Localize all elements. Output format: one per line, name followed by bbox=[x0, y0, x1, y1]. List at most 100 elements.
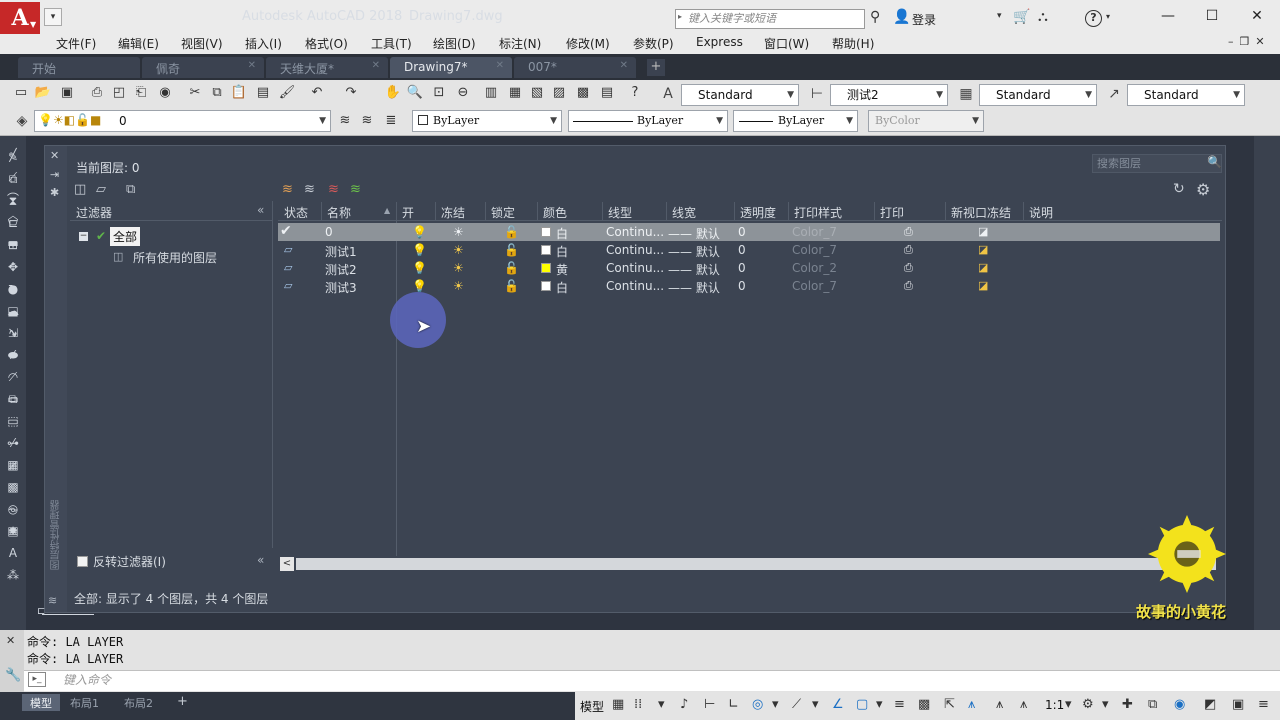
color-swatch[interactable] bbox=[541, 281, 551, 291]
new-icon[interactable]: ▭ bbox=[12, 84, 30, 102]
sun-thawed-icon[interactable]: ☀ bbox=[453, 225, 464, 239]
a360-share-icon[interactable]: ◉ bbox=[156, 84, 174, 102]
color-swatch[interactable] bbox=[541, 245, 551, 255]
column-color[interactable]: 颜色 bbox=[543, 204, 567, 221]
scale-caret-icon[interactable]: ▾ bbox=[1065, 697, 1072, 712]
palette-close-icon[interactable]: ✕ bbox=[50, 149, 59, 162]
ortho-icon[interactable]: ∟ bbox=[728, 697, 739, 712]
units-icon[interactable]: ⧉ bbox=[1148, 697, 1157, 712]
help-caret-icon[interactable]: ▾ bbox=[1106, 12, 1110, 21]
menu-parametric[interactable]: 参数(P) bbox=[633, 35, 674, 52]
command-placeholder[interactable]: 键入命令 bbox=[63, 671, 111, 688]
column-vp-freeze[interactable]: 新视口冻结 bbox=[951, 204, 1011, 221]
zoom-realtime-icon[interactable]: 🔍 bbox=[406, 84, 424, 102]
new-layer-vp-frozen-icon[interactable]: ≋ bbox=[304, 182, 315, 197]
tab-peiqi[interactable]: 佩奇 ✕ bbox=[142, 57, 264, 78]
column-lock[interactable]: 锁定 bbox=[491, 204, 515, 221]
copy-object-icon[interactable]: ⧉ bbox=[4, 170, 22, 188]
join-icon[interactable]: ⊶ bbox=[4, 434, 22, 452]
rotate-icon[interactable]: ↻ bbox=[4, 280, 22, 298]
help-toolbar-icon[interactable]: ? bbox=[626, 84, 644, 102]
isodraft-icon[interactable]: ⟋ bbox=[792, 697, 801, 712]
tab-007[interactable]: 007* ✕ bbox=[514, 57, 636, 78]
transparency-value[interactable]: 0 bbox=[738, 243, 746, 257]
unlocked-icon[interactable]: 🔓 bbox=[504, 261, 519, 275]
layer-name[interactable]: 0 bbox=[325, 225, 333, 239]
publish-icon[interactable]: ⎗ bbox=[132, 84, 150, 102]
isolate-objects-icon[interactable]: ◩ bbox=[1204, 697, 1216, 712]
trim-icon[interactable]: ⁄ bbox=[4, 346, 22, 364]
save-icon[interactable]: ▣ bbox=[58, 84, 76, 102]
linetype-value[interactable]: Continu... bbox=[606, 261, 664, 275]
menu-file[interactable]: 文件(F) bbox=[56, 35, 96, 52]
layer-status-icon[interactable]: ▱ bbox=[284, 279, 292, 292]
tab-close-icon[interactable]: ✕ bbox=[372, 60, 380, 71]
tab-close-icon[interactable]: ✕ bbox=[248, 60, 256, 71]
color-swatch[interactable] bbox=[541, 227, 551, 237]
menu-edit[interactable]: 编辑(E) bbox=[118, 35, 159, 52]
command-close-icon[interactable]: ✕ bbox=[6, 634, 15, 647]
quick-properties-icon[interactable]: ◉ bbox=[1174, 697, 1185, 712]
zoom-window-icon[interactable]: ⊡ bbox=[430, 84, 448, 102]
layout-tab-1[interactable]: 布局1 bbox=[62, 694, 107, 711]
collapse-filters-icon[interactable]: « bbox=[257, 203, 264, 217]
annotation-scale-icon[interactable]: ⩚ bbox=[1020, 697, 1027, 712]
menu-window[interactable]: 窗口(W) bbox=[764, 35, 809, 52]
tab-start[interactable]: 开始 bbox=[18, 57, 140, 78]
redo-icon[interactable]: ↷ bbox=[342, 84, 360, 102]
printer-icon[interactable]: ⎙ bbox=[904, 243, 913, 257]
layer-search-input[interactable]: 搜索图层 bbox=[1092, 154, 1222, 173]
login-button[interactable]: 登录 bbox=[912, 11, 936, 28]
printer-icon[interactable]: ⎙ bbox=[904, 279, 913, 293]
matchprop-icon[interactable]: 🖌 bbox=[278, 84, 296, 102]
menu-express[interactable]: Express bbox=[696, 35, 743, 49]
zoom-previous-icon[interactable]: ⊖ bbox=[454, 84, 472, 102]
help-icon[interactable]: ? bbox=[1085, 10, 1102, 27]
linetype-value[interactable]: Continu... bbox=[606, 243, 664, 257]
cart-icon[interactable]: 🛒 bbox=[1013, 9, 1030, 25]
mtext-icon[interactable]: A bbox=[4, 544, 22, 562]
object-snap-tracking-icon[interactable]: ∠ bbox=[832, 697, 844, 712]
command-input[interactable] bbox=[24, 670, 1280, 691]
tab-close-icon[interactable]: ✕ bbox=[496, 60, 504, 71]
blend-icon[interactable]: ⥊ bbox=[4, 500, 22, 518]
unlocked-icon[interactable]: 🔓 bbox=[504, 225, 519, 239]
paste-icon[interactable]: 📋 bbox=[230, 84, 248, 102]
color-name[interactable]: 白 bbox=[556, 243, 568, 260]
color-name[interactable]: 黄 bbox=[556, 261, 568, 278]
array-icon[interactable]: ⊞ bbox=[4, 236, 22, 254]
snap-icon[interactable]: ⁞⁞ bbox=[634, 697, 642, 712]
menu-draw[interactable]: 绘图(D) bbox=[433, 35, 476, 52]
wrench-icon[interactable]: 🔧 bbox=[5, 668, 21, 683]
transparency-value[interactable]: 0 bbox=[738, 279, 746, 293]
search-icon[interactable]: 🔍 bbox=[1207, 155, 1222, 169]
column-name[interactable]: 名称 bbox=[327, 204, 351, 221]
delete-layer-icon[interactable]: ≋ bbox=[328, 182, 339, 197]
menu-insert[interactable]: 插入(I) bbox=[245, 35, 282, 52]
design-center-icon[interactable]: ▦ bbox=[506, 84, 524, 102]
unlocked-icon[interactable]: 🔓 bbox=[504, 243, 519, 257]
column-linetype[interactable]: 线型 bbox=[608, 204, 632, 221]
tab-tianwei[interactable]: 天维大厦* ✕ bbox=[266, 57, 388, 78]
annotation-scale-value[interactable]: 1:1 bbox=[1045, 698, 1064, 712]
annotation-monitor-icon[interactable]: ✚ bbox=[1122, 697, 1133, 712]
color-swatch[interactable] bbox=[541, 263, 551, 273]
layer-previous-icon[interactable]: ≋ bbox=[358, 112, 376, 130]
transparency-value[interactable]: 0 bbox=[738, 225, 746, 239]
menu-view[interactable]: 视图(V) bbox=[181, 35, 223, 52]
lightbulb-on-icon[interactable]: 💡 bbox=[412, 279, 427, 293]
cut-icon[interactable]: ✂ bbox=[186, 84, 204, 102]
layer-name[interactable]: 测试3 bbox=[325, 279, 357, 296]
column-on[interactable]: 开 bbox=[402, 204, 414, 221]
sheetset-icon[interactable]: ▨ bbox=[550, 84, 568, 102]
close-button[interactable]: ✕ bbox=[1247, 6, 1267, 26]
lineweight-value[interactable]: —— 默认 bbox=[668, 225, 720, 242]
undo-icon[interactable]: ↶ bbox=[308, 84, 326, 102]
tool-palettes-icon[interactable]: ▧ bbox=[528, 84, 546, 102]
new-group-filter-icon[interactable]: ▱ bbox=[96, 182, 106, 197]
new-tab-button[interactable]: + bbox=[647, 59, 665, 76]
sun-thawed-icon[interactable]: ☀ bbox=[453, 261, 464, 275]
layer-row[interactable]: ▱ 测试2 💡 ☀ 🔓 黄 Continu... —— 默认 0 Color_2… bbox=[278, 259, 1220, 277]
snap-caret-icon[interactable]: ▾ bbox=[658, 697, 665, 712]
infer-constraints-icon[interactable]: ♪ bbox=[680, 697, 688, 712]
